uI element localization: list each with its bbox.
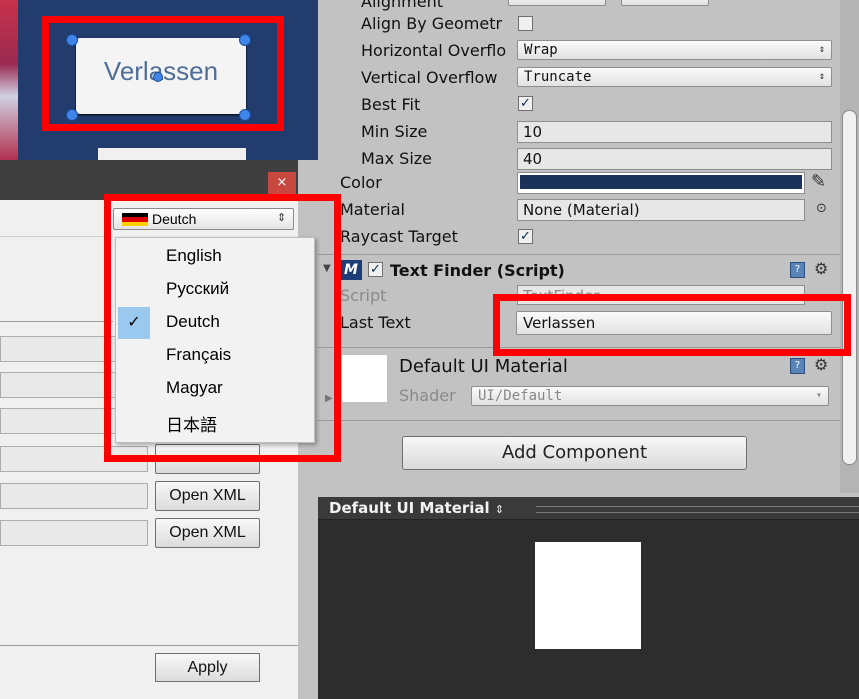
apply-button[interactable]: Apply	[155, 653, 260, 682]
highlight-box-language-menu	[104, 194, 341, 462]
chevron-updown-icon: ⇕	[494, 503, 505, 516]
help-book-icon[interactable]: ?	[790, 262, 805, 278]
color-field[interactable]	[517, 172, 805, 194]
highlight-box-last-text	[493, 294, 851, 356]
chevron-updown-icon: ⇕	[818, 44, 825, 55]
vertical-overflow-select[interactable]: Truncate ⇕	[517, 67, 832, 87]
horizontal-overflow-label: Horizontal Overflo	[361, 41, 507, 60]
min-size-field[interactable]: 10	[517, 121, 832, 143]
shader-value: UI/Default	[478, 388, 563, 404]
chevron-down-icon: ▾	[815, 390, 822, 401]
highlight-box-scene-button	[42, 16, 284, 131]
min-size-label: Min Size	[361, 122, 428, 141]
scene-background-stripe	[0, 0, 18, 160]
shader-select[interactable]: UI/Default ▾	[471, 386, 829, 406]
script-label: Script	[340, 286, 387, 305]
open-xml-button[interactable]: Open XML	[155, 518, 260, 548]
material-preview-quad	[535, 542, 641, 649]
best-fit-checkbox[interactable]: ✓	[518, 96, 533, 111]
open-xml-button[interactable]: Open XML	[155, 481, 260, 511]
object-picker-icon[interactable]: ⊙	[816, 201, 827, 216]
divider	[0, 645, 298, 646]
text-finder-title: Text Finder (Script)	[390, 261, 565, 280]
gear-icon[interactable]: ⚙	[814, 355, 828, 374]
color-label: Color	[340, 173, 382, 192]
help-book-icon[interactable]: ?	[790, 358, 805, 374]
divider	[0, 236, 113, 237]
material-field[interactable]: None (Material)	[517, 199, 805, 221]
divider	[318, 254, 840, 255]
raycast-target-label: Raycast Target	[340, 227, 458, 246]
vertical-overflow-label: Vertical Overflow	[361, 68, 498, 87]
best-fit-label: Best Fit	[361, 95, 421, 114]
align-by-geometry-checkbox[interactable]	[518, 16, 533, 31]
raycast-target-checkbox[interactable]: ✓	[518, 229, 533, 244]
text-finder-enabled-checkbox[interactable]: ✓	[368, 262, 383, 277]
material-preview-thumbnail	[342, 355, 387, 402]
alignment-buttons[interactable]	[508, 0, 606, 6]
horizontal-overflow-value: Wrap	[524, 42, 558, 58]
shader-label: Shader	[399, 386, 456, 405]
preview-drag-handle[interactable]	[536, 506, 859, 513]
preview-title-text: Default UI Material	[329, 499, 490, 517]
eyedropper-icon[interactable]: ✎	[811, 171, 826, 192]
close-icon[interactable]: ×	[268, 172, 296, 194]
alignment-label: Alignment	[361, 0, 443, 11]
vertical-overflow-value: Truncate	[524, 69, 592, 85]
align-by-geometry-label: Align By Geometr	[361, 14, 503, 33]
max-size-label: Max Size	[361, 149, 433, 168]
material-label: Material	[340, 200, 405, 219]
add-component-button[interactable]: Add Component	[402, 436, 747, 470]
last-text-label: Last Text	[340, 313, 411, 332]
material-section-title: Default UI Material	[399, 356, 568, 377]
divider	[0, 321, 113, 322]
gear-icon[interactable]: ⚙	[814, 259, 828, 278]
xml-path-field[interactable]	[0, 483, 148, 509]
vertical-alignment-buttons[interactable]	[621, 0, 709, 6]
max-size-field[interactable]: 40	[517, 148, 832, 170]
horizontal-overflow-select[interactable]: Wrap ⇕	[517, 40, 832, 60]
xml-path-field[interactable]	[0, 520, 148, 546]
preview-title[interactable]: Default UI Material ⇕	[329, 499, 504, 517]
scrollbar-thumb[interactable]	[842, 110, 857, 465]
chevron-updown-icon: ⇕	[818, 71, 825, 82]
script-component-icon: M	[340, 260, 362, 280]
divider	[318, 420, 840, 421]
color-swatch	[520, 175, 802, 189]
